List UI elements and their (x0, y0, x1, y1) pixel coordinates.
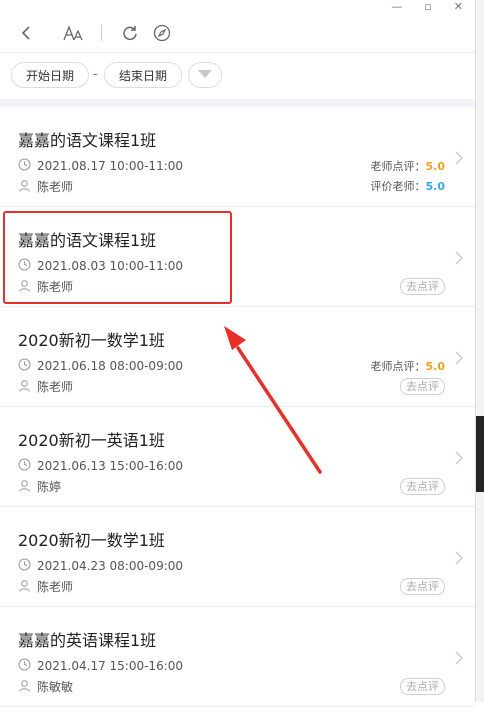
course-list-item[interactable]: 嘉嘉的英语课程1班 2021.04.17 15:00-16:00 陈敏敏 去点评 (0, 607, 475, 707)
triangle-down-icon (197, 68, 213, 82)
course-time: 2021.06.18 08:00-09:00 (37, 359, 184, 373)
course-teacher: 陈老师 (37, 280, 74, 294)
course-teacher: 陈老师 (37, 580, 74, 594)
course-title: 2020新初一数学1班 (18, 531, 165, 550)
background-window-edge (475, 0, 484, 702)
course-list-item[interactable]: 2020新初一数学1班 2021.06.18 08:00-09:00 陈老师 老… (0, 307, 475, 407)
window-controls: — ▫ ✕ (391, 0, 463, 14)
maximize-icon[interactable]: ▫ (424, 0, 431, 14)
evaluate-teacher-score: 5.0 (425, 180, 446, 193)
go-review-button[interactable]: 去点评 (400, 578, 445, 595)
chevron-right-icon (455, 550, 463, 569)
date-filter-bar: 开始日期 - 结束日期 (0, 53, 475, 99)
course-title: 嘉嘉的英语课程1班 (18, 631, 157, 650)
teacher-rating: 老师点评：5.0 (371, 358, 446, 374)
course-teacher: 陈老师 (37, 380, 74, 394)
go-review-button[interactable]: 去点评 (400, 678, 445, 695)
course-time: 2021.08.03 10:00-11:00 (37, 259, 184, 273)
clock-icon (18, 558, 31, 574)
background-dark-panel (476, 416, 484, 492)
course-teacher-row: 陈老师 (18, 578, 73, 595)
section-divider (0, 99, 475, 107)
app-window: — ▫ ✕ 开始日期 - 结束日期 嘉嘉的语文课程1班 2021.08.17 1… (0, 0, 475, 707)
course-teacher-row: 陈敏敏 (18, 678, 73, 695)
teacher-rating-label: 老师点评： (370, 160, 426, 173)
clock-icon (18, 158, 31, 174)
date-separator: - (93, 67, 98, 81)
evaluate-teacher-label: 评价老师： (370, 180, 426, 193)
teacher-rating-score: 5.0 (425, 160, 446, 173)
back-arrow-icon[interactable] (14, 14, 38, 52)
course-teacher-row: 陈老师 (18, 378, 73, 395)
course-teacher: 陈敏敏 (37, 680, 74, 694)
browser-toolbar (0, 14, 475, 53)
teacher-rating-score: 5.0 (425, 360, 446, 373)
chevron-right-icon (455, 650, 463, 669)
course-list-item[interactable]: 嘉嘉的语文课程1班 2021.08.03 10:00-11:00 陈老师 去点评 (0, 207, 475, 307)
course-time: 2021.04.23 08:00-09:00 (37, 559, 184, 573)
course-title: 2020新初一数学1班 (18, 331, 165, 350)
go-review-button[interactable]: 去点评 (400, 278, 445, 295)
start-date-button[interactable]: 开始日期 (11, 62, 89, 88)
clock-icon (18, 358, 31, 374)
course-list: 嘉嘉的语文课程1班 2021.08.17 10:00-11:00 陈老师 老师点… (0, 107, 475, 707)
course-title: 嘉嘉的语文课程1班 (18, 231, 157, 250)
course-time-row: 2021.06.18 08:00-09:00 (18, 358, 183, 374)
go-review-button[interactable]: 去点评 (400, 378, 445, 395)
course-time-row: 2021.06.13 15:00-16:00 (18, 458, 183, 474)
course-time-row: 2021.04.17 15:00-16:00 (18, 658, 183, 674)
course-time-row: 2021.04.23 08:00-09:00 (18, 558, 183, 574)
minimize-icon[interactable]: — (391, 0, 402, 14)
chevron-right-icon (455, 250, 463, 269)
person-icon (18, 479, 31, 495)
person-icon (18, 379, 31, 395)
chevron-right-icon (455, 350, 463, 369)
course-time: 2021.04.17 15:00-16:00 (37, 659, 184, 673)
course-teacher-row: 陈老师 (18, 278, 73, 295)
teacher-rating-label: 老师点评： (370, 360, 426, 373)
course-list-item[interactable]: 2020新初一数学1班 2021.04.23 08:00-09:00 陈老师 去… (0, 507, 475, 607)
course-title: 2020新初一英语1班 (18, 431, 165, 450)
course-time: 2021.08.17 10:00-11:00 (37, 159, 184, 173)
course-list-item[interactable]: 嘉嘉的语文课程1班 2021.08.17 10:00-11:00 陈老师 老师点… (0, 107, 475, 207)
course-title: 嘉嘉的语文课程1班 (18, 131, 157, 150)
end-date-button[interactable]: 结束日期 (104, 62, 182, 88)
filter-dropdown-button[interactable] (188, 62, 222, 88)
person-icon (18, 579, 31, 595)
refresh-icon[interactable] (118, 14, 142, 52)
close-icon[interactable]: ✕ (454, 0, 463, 14)
clock-icon (18, 458, 31, 474)
course-time-row: 2021.08.17 10:00-11:00 (18, 158, 183, 174)
evaluate-teacher-rating: 评价老师：5.0 (371, 178, 446, 194)
go-review-button[interactable]: 去点评 (400, 478, 445, 495)
clock-icon (18, 658, 31, 674)
person-icon (18, 679, 31, 695)
chevron-right-icon (455, 150, 463, 169)
course-list-item[interactable]: 2020新初一英语1班 2021.06.13 15:00-16:00 陈婷 去点… (0, 407, 475, 507)
course-time: 2021.06.13 15:00-16:00 (37, 459, 184, 473)
toolbar-divider (101, 25, 102, 41)
person-icon (18, 179, 31, 195)
person-icon (18, 279, 31, 295)
course-teacher-row: 陈婷 (18, 478, 61, 495)
teacher-rating: 老师点评：5.0 (371, 158, 446, 174)
course-time-row: 2021.08.03 10:00-11:00 (18, 258, 183, 274)
clock-icon (18, 258, 31, 274)
chevron-right-icon (455, 450, 463, 469)
course-teacher: 陈婷 (37, 480, 62, 494)
course-teacher: 陈老师 (37, 180, 74, 194)
font-size-icon[interactable] (60, 14, 86, 52)
compass-icon[interactable] (150, 14, 174, 52)
course-teacher-row: 陈老师 (18, 178, 73, 195)
